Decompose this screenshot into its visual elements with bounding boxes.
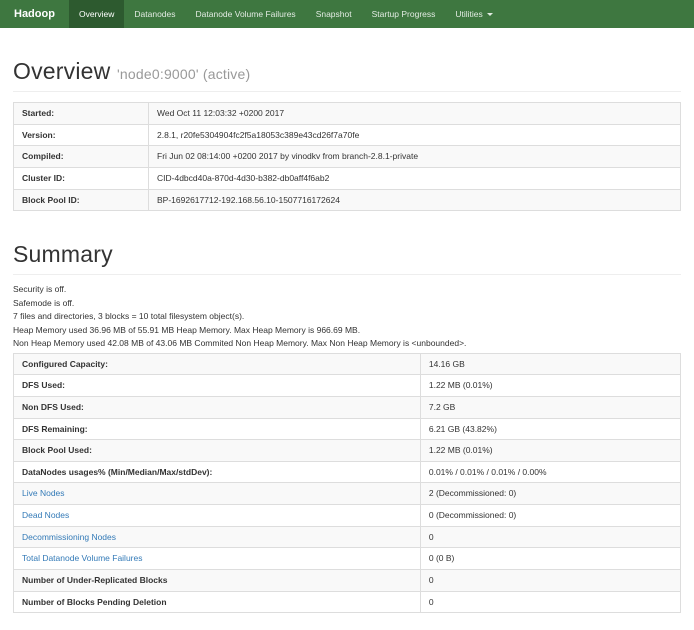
security-status-text: Security is off. — [13, 285, 681, 294]
row-label: Block Pool ID: — [14, 189, 149, 211]
page-title: Overview 'node0:9000' (active) — [13, 58, 681, 85]
table-row: Started: Wed Oct 11 12:03:32 +0200 2017 — [14, 103, 681, 125]
row-label: Number of Blocks Pending Deletion — [14, 591, 421, 613]
row-value: 0 (0 B) — [420, 548, 680, 570]
row-value: CID-4dbcd40a-870d-4d30-b382-db0aff4f6ab2 — [149, 167, 681, 189]
overview-table: Started: Wed Oct 11 12:03:32 +0200 2017 … — [13, 102, 681, 211]
table-row: Block Pool Used: 1.22 MB (0.01%) — [14, 440, 681, 462]
row-value: 0 — [420, 526, 680, 548]
row-label: Total Datanode Volume Failures — [14, 548, 421, 570]
top-navbar: Hadoop Overview Datanodes Datanode Volum… — [0, 0, 694, 28]
nav-item-utilities: Utilities — [445, 0, 502, 28]
overview-subtitle: 'node0:9000' (active) — [117, 66, 250, 82]
row-value: 0 — [420, 569, 680, 591]
summary-title: Summary — [13, 241, 681, 268]
row-label: Non DFS Used: — [14, 396, 421, 418]
row-value: 1.22 MB (0.01%) — [420, 375, 680, 397]
row-value: BP-1692617712-192.168.56.10-150771617262… — [149, 189, 681, 211]
table-row: Non DFS Used: 7.2 GB — [14, 396, 681, 418]
row-label: Block Pool Used: — [14, 440, 421, 462]
live-nodes-link[interactable]: Live Nodes — [22, 488, 65, 498]
table-row: Block Pool ID: BP-1692617712-192.168.56.… — [14, 189, 681, 211]
decommissioning-nodes-link[interactable]: Decommissioning Nodes — [22, 532, 116, 542]
navbar-brand: Hadoop — [0, 0, 69, 28]
filesystem-objects-text: 7 files and directories, 3 blocks = 10 t… — [13, 312, 681, 321]
nav-item-snapshot: Snapshot — [306, 0, 362, 28]
row-label: Number of Under-Replicated Blocks — [14, 569, 421, 591]
nav-item-datanodes: Datanodes — [124, 0, 185, 28]
row-label: DFS Remaining: — [14, 418, 421, 440]
navbar-menu: Overview Datanodes Datanode Volume Failu… — [69, 0, 503, 28]
table-row: Cluster ID: CID-4dbcd40a-870d-4d30-b382-… — [14, 167, 681, 189]
nav-item-overview: Overview — [69, 0, 124, 28]
row-label: Live Nodes — [14, 483, 421, 505]
table-row: Dead Nodes 0 (Decommissioned: 0) — [14, 505, 681, 527]
row-value: 2 (Decommissioned: 0) — [420, 483, 680, 505]
nav-label: Utilities — [455, 9, 482, 19]
nav-item-datanode-volume-failures: Datanode Volume Failures — [186, 0, 306, 28]
row-value: 6.21 GB (43.82%) — [420, 418, 680, 440]
row-value: Wed Oct 11 12:03:32 +0200 2017 — [149, 103, 681, 125]
overview-title: Overview — [13, 58, 110, 84]
row-value: 7.2 GB — [420, 396, 680, 418]
table-row: Number of Blocks Pending Deletion 0 — [14, 591, 681, 613]
divider — [13, 274, 681, 275]
table-row: DFS Used: 1.22 MB (0.01%) — [14, 375, 681, 397]
row-value: 0 (Decommissioned: 0) — [420, 505, 680, 527]
table-row: DataNodes usages% (Min/Median/Max/stdDev… — [14, 461, 681, 483]
nav-label: Startup Progress — [372, 9, 436, 19]
row-label: Decommissioning Nodes — [14, 526, 421, 548]
heap-memory-text: Heap Memory used 36.96 MB of 55.91 MB He… — [13, 326, 681, 335]
table-row: Compiled: Fri Jun 02 08:14:00 +0200 2017… — [14, 146, 681, 168]
chevron-down-icon — [487, 13, 493, 16]
summary-table: Configured Capacity: 14.16 GB DFS Used: … — [13, 353, 681, 614]
row-value: 0 — [420, 591, 680, 613]
table-row: Total Datanode Volume Failures 0 (0 B) — [14, 548, 681, 570]
row-label: Cluster ID: — [14, 167, 149, 189]
table-row: Version: 2.8.1, r20fe5304904fc2f5a18053c… — [14, 124, 681, 146]
safemode-status-text: Safemode is off. — [13, 299, 681, 308]
row-value: 1.22 MB (0.01%) — [420, 440, 680, 462]
table-row: DFS Remaining: 6.21 GB (43.82%) — [14, 418, 681, 440]
row-label: DFS Used: — [14, 375, 421, 397]
table-row: Decommissioning Nodes 0 — [14, 526, 681, 548]
divider — [13, 91, 681, 92]
dead-nodes-link[interactable]: Dead Nodes — [22, 510, 69, 520]
row-label: Dead Nodes — [14, 505, 421, 527]
nav-item-startup-progress: Startup Progress — [362, 0, 446, 28]
page-content: Overview 'node0:9000' (active) Started: … — [0, 58, 694, 613]
table-row: Number of Under-Replicated Blocks 0 — [14, 569, 681, 591]
row-label: DataNodes usages% (Min/Median/Max/stdDev… — [14, 461, 421, 483]
row-value: Fri Jun 02 08:14:00 +0200 2017 by vinodk… — [149, 146, 681, 168]
non-heap-memory-text: Non Heap Memory used 42.08 MB of 43.06 M… — [13, 339, 681, 348]
nav-label: Datanode Volume Failures — [196, 9, 296, 19]
row-value: 0.01% / 0.01% / 0.01% / 0.00% — [420, 461, 680, 483]
row-label: Compiled: — [14, 146, 149, 168]
table-row: Configured Capacity: 14.16 GB — [14, 353, 681, 375]
row-label: Started: — [14, 103, 149, 125]
nav-label: Datanodes — [134, 9, 175, 19]
row-value: 14.16 GB — [420, 353, 680, 375]
row-label: Version: — [14, 124, 149, 146]
nav-label: Snapshot — [316, 9, 352, 19]
row-value: 2.8.1, r20fe5304904fc2f5a18053c389e43cd2… — [149, 124, 681, 146]
volume-failures-link[interactable]: Total Datanode Volume Failures — [22, 553, 143, 563]
table-row: Live Nodes 2 (Decommissioned: 0) — [14, 483, 681, 505]
nav-label: Overview — [79, 9, 114, 19]
row-label: Configured Capacity: — [14, 353, 421, 375]
